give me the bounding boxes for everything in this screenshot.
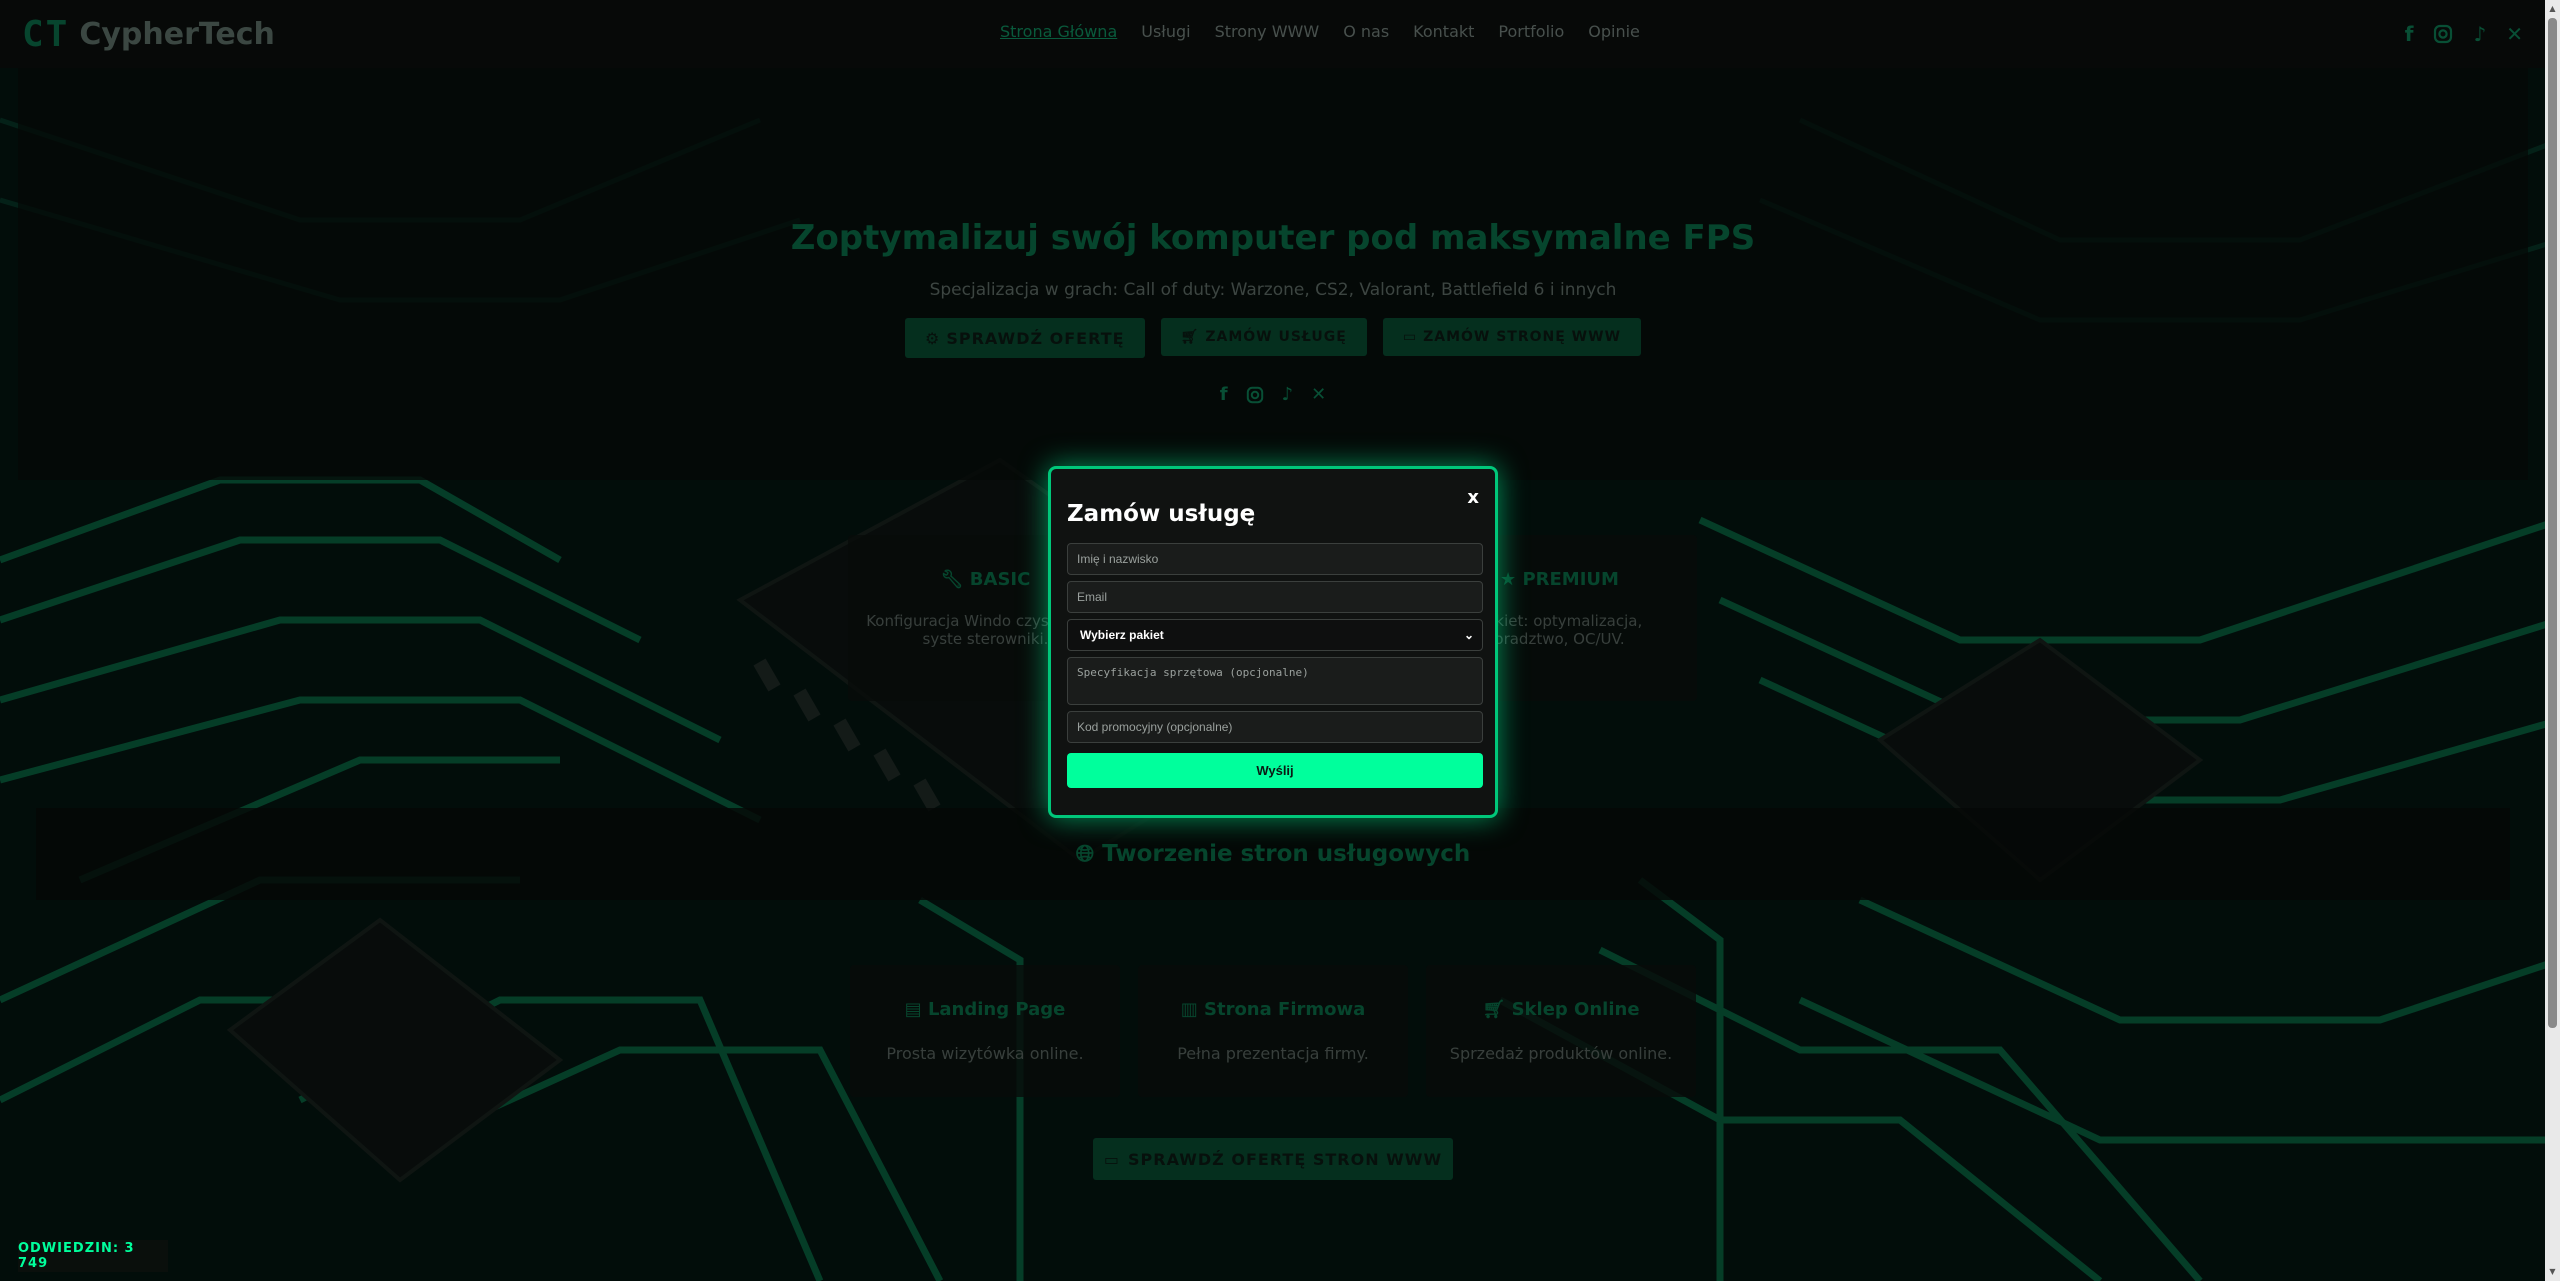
submit-button[interactable]: Wyślij — [1067, 753, 1483, 788]
chevron-down-icon: ⌄ — [1463, 628, 1474, 642]
modal-title: Zamów usługę — [1067, 501, 1256, 527]
scroll-down-arrow-icon[interactable]: ▼ — [2548, 1267, 2557, 1277]
page-scrollbar[interactable]: ▲ ▼ — [2545, 0, 2560, 1281]
email-input[interactable] — [1067, 581, 1483, 613]
package-select[interactable]: Wybierz pakiet ⌄ — [1067, 619, 1483, 651]
hardware-spec-textarea[interactable] — [1067, 657, 1483, 705]
promo-code-input[interactable] — [1067, 711, 1483, 743]
order-service-modal: x Zamów usługę Wybierz pakiet ⌄ Wyślij — [1048, 466, 1498, 818]
scroll-thumb[interactable] — [2548, 18, 2557, 1028]
close-icon[interactable]: x — [1467, 487, 1479, 508]
visit-counter: ODWIEDZIN: 3 749 — [18, 1240, 168, 1272]
name-input[interactable] — [1067, 543, 1483, 575]
package-select-value: Wybierz pakiet — [1080, 628, 1164, 642]
scroll-up-arrow-icon[interactable]: ▲ — [2548, 4, 2557, 14]
